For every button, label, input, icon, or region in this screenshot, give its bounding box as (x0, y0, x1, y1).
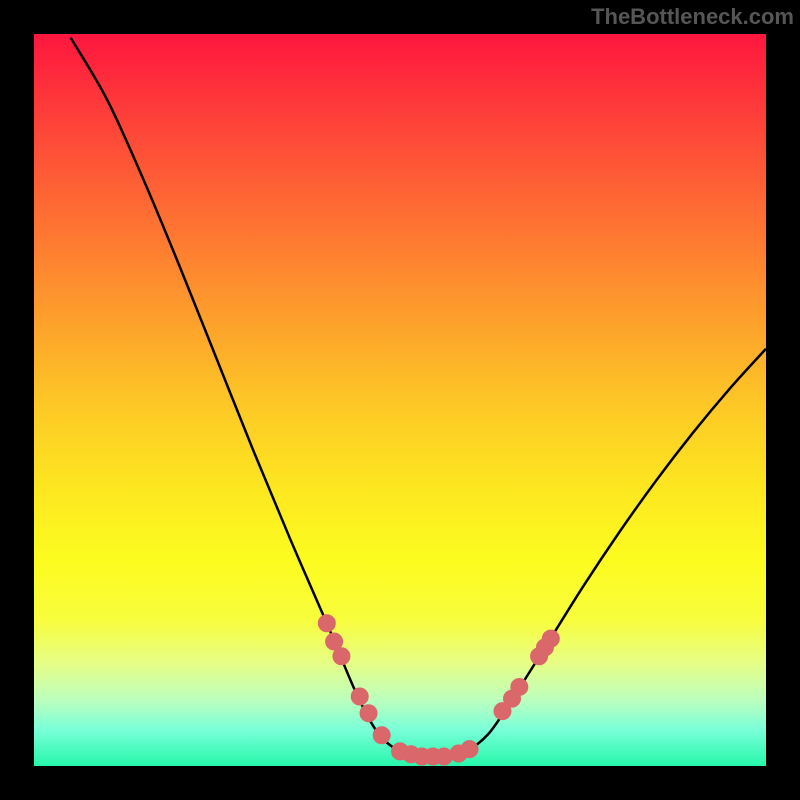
data-marker (333, 648, 350, 665)
data-marker (373, 727, 390, 744)
data-marker (351, 688, 368, 705)
data-marker (542, 630, 559, 647)
data-marker (360, 705, 377, 722)
bottleneck-curve (71, 38, 766, 757)
data-marker (511, 678, 528, 695)
chart-frame: TheBottleneck.com (0, 0, 800, 800)
watermark: TheBottleneck.com (591, 4, 794, 30)
chart-svg (0, 0, 800, 800)
data-marker (461, 741, 478, 758)
data-marker (318, 615, 335, 632)
data-marker (435, 748, 452, 765)
